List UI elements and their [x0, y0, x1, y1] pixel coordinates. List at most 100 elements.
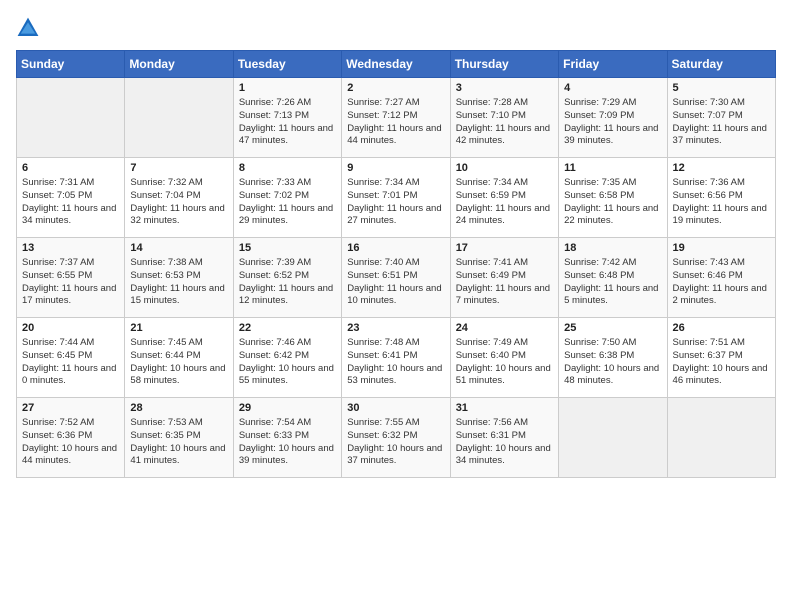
day-number: 26: [673, 322, 770, 334]
calendar-cell: 2 Sunrise: 7:27 AMSunset: 7:12 PMDayligh…: [342, 78, 450, 158]
cell-detail: Sunrise: 7:30 AMSunset: 7:07 PMDaylight:…: [673, 97, 770, 148]
calendar-cell: 1 Sunrise: 7:26 AMSunset: 7:13 PMDayligh…: [233, 78, 341, 158]
calendar-cell: 29 Sunrise: 7:54 AMSunset: 6:33 PMDaylig…: [233, 398, 341, 478]
week-row-1: 1 Sunrise: 7:26 AMSunset: 7:13 PMDayligh…: [17, 78, 776, 158]
day-number: 24: [456, 322, 553, 334]
cell-detail: Sunrise: 7:42 AMSunset: 6:48 PMDaylight:…: [564, 257, 661, 308]
day-number: 6: [22, 162, 119, 174]
day-number: 12: [673, 162, 770, 174]
cell-detail: Sunrise: 7:52 AMSunset: 6:36 PMDaylight:…: [22, 417, 119, 468]
day-number: 31: [456, 402, 553, 414]
calendar-cell: 13 Sunrise: 7:37 AMSunset: 6:55 PMDaylig…: [17, 238, 125, 318]
day-number: 20: [22, 322, 119, 334]
calendar-cell: 18 Sunrise: 7:42 AMSunset: 6:48 PMDaylig…: [559, 238, 667, 318]
calendar-cell: 4 Sunrise: 7:29 AMSunset: 7:09 PMDayligh…: [559, 78, 667, 158]
cell-detail: Sunrise: 7:39 AMSunset: 6:52 PMDaylight:…: [239, 257, 336, 308]
logo-icon: [16, 16, 40, 40]
cell-detail: Sunrise: 7:44 AMSunset: 6:45 PMDaylight:…: [22, 337, 119, 388]
calendar-cell: 25 Sunrise: 7:50 AMSunset: 6:38 PMDaylig…: [559, 318, 667, 398]
day-number: 27: [22, 402, 119, 414]
cell-detail: Sunrise: 7:56 AMSunset: 6:31 PMDaylight:…: [456, 417, 553, 468]
day-number: 8: [239, 162, 336, 174]
week-row-3: 13 Sunrise: 7:37 AMSunset: 6:55 PMDaylig…: [17, 238, 776, 318]
calendar-cell: 17 Sunrise: 7:41 AMSunset: 6:49 PMDaylig…: [450, 238, 558, 318]
calendar-cell: 21 Sunrise: 7:45 AMSunset: 6:44 PMDaylig…: [125, 318, 233, 398]
day-number: 13: [22, 242, 119, 254]
calendar-cell: 20 Sunrise: 7:44 AMSunset: 6:45 PMDaylig…: [17, 318, 125, 398]
calendar-cell: 3 Sunrise: 7:28 AMSunset: 7:10 PMDayligh…: [450, 78, 558, 158]
calendar-cell: [17, 78, 125, 158]
day-number: 11: [564, 162, 661, 174]
cell-detail: Sunrise: 7:50 AMSunset: 6:38 PMDaylight:…: [564, 337, 661, 388]
day-number: 15: [239, 242, 336, 254]
page-header: [16, 16, 776, 40]
week-row-4: 20 Sunrise: 7:44 AMSunset: 6:45 PMDaylig…: [17, 318, 776, 398]
calendar-cell: 5 Sunrise: 7:30 AMSunset: 7:07 PMDayligh…: [667, 78, 775, 158]
cell-detail: Sunrise: 7:36 AMSunset: 6:56 PMDaylight:…: [673, 177, 770, 228]
day-number: 4: [564, 82, 661, 94]
calendar-cell: 9 Sunrise: 7:34 AMSunset: 7:01 PMDayligh…: [342, 158, 450, 238]
calendar-cell: 22 Sunrise: 7:46 AMSunset: 6:42 PMDaylig…: [233, 318, 341, 398]
day-number: 30: [347, 402, 444, 414]
cell-detail: Sunrise: 7:53 AMSunset: 6:35 PMDaylight:…: [130, 417, 227, 468]
calendar-cell: 26 Sunrise: 7:51 AMSunset: 6:37 PMDaylig…: [667, 318, 775, 398]
weekday-header-sunday: Sunday: [17, 51, 125, 78]
cell-detail: Sunrise: 7:26 AMSunset: 7:13 PMDaylight:…: [239, 97, 336, 148]
weekday-header-monday: Monday: [125, 51, 233, 78]
calendar-cell: 30 Sunrise: 7:55 AMSunset: 6:32 PMDaylig…: [342, 398, 450, 478]
weekday-header-thursday: Thursday: [450, 51, 558, 78]
day-number: 1: [239, 82, 336, 94]
day-number: 5: [673, 82, 770, 94]
calendar-cell: 11 Sunrise: 7:35 AMSunset: 6:58 PMDaylig…: [559, 158, 667, 238]
cell-detail: Sunrise: 7:33 AMSunset: 7:02 PMDaylight:…: [239, 177, 336, 228]
week-row-2: 6 Sunrise: 7:31 AMSunset: 7:05 PMDayligh…: [17, 158, 776, 238]
cell-detail: Sunrise: 7:54 AMSunset: 6:33 PMDaylight:…: [239, 417, 336, 468]
calendar-cell: [667, 398, 775, 478]
calendar-cell: [125, 78, 233, 158]
calendar-cell: 31 Sunrise: 7:56 AMSunset: 6:31 PMDaylig…: [450, 398, 558, 478]
calendar-cell: 14 Sunrise: 7:38 AMSunset: 6:53 PMDaylig…: [125, 238, 233, 318]
day-number: 16: [347, 242, 444, 254]
cell-detail: Sunrise: 7:32 AMSunset: 7:04 PMDaylight:…: [130, 177, 227, 228]
day-number: 23: [347, 322, 444, 334]
cell-detail: Sunrise: 7:49 AMSunset: 6:40 PMDaylight:…: [456, 337, 553, 388]
cell-detail: Sunrise: 7:29 AMSunset: 7:09 PMDaylight:…: [564, 97, 661, 148]
day-number: 17: [456, 242, 553, 254]
cell-detail: Sunrise: 7:34 AMSunset: 7:01 PMDaylight:…: [347, 177, 444, 228]
day-number: 14: [130, 242, 227, 254]
day-number: 21: [130, 322, 227, 334]
cell-detail: Sunrise: 7:31 AMSunset: 7:05 PMDaylight:…: [22, 177, 119, 228]
weekday-header-tuesday: Tuesday: [233, 51, 341, 78]
day-number: 22: [239, 322, 336, 334]
calendar-cell: 19 Sunrise: 7:43 AMSunset: 6:46 PMDaylig…: [667, 238, 775, 318]
cell-detail: Sunrise: 7:45 AMSunset: 6:44 PMDaylight:…: [130, 337, 227, 388]
cell-detail: Sunrise: 7:51 AMSunset: 6:37 PMDaylight:…: [673, 337, 770, 388]
calendar-cell: 8 Sunrise: 7:33 AMSunset: 7:02 PMDayligh…: [233, 158, 341, 238]
day-number: 10: [456, 162, 553, 174]
calendar-cell: 12 Sunrise: 7:36 AMSunset: 6:56 PMDaylig…: [667, 158, 775, 238]
cell-detail: Sunrise: 7:41 AMSunset: 6:49 PMDaylight:…: [456, 257, 553, 308]
cell-detail: Sunrise: 7:27 AMSunset: 7:12 PMDaylight:…: [347, 97, 444, 148]
day-number: 3: [456, 82, 553, 94]
calendar-table: SundayMondayTuesdayWednesdayThursdayFrid…: [16, 50, 776, 478]
cell-detail: Sunrise: 7:40 AMSunset: 6:51 PMDaylight:…: [347, 257, 444, 308]
calendar-cell: 15 Sunrise: 7:39 AMSunset: 6:52 PMDaylig…: [233, 238, 341, 318]
cell-detail: Sunrise: 7:55 AMSunset: 6:32 PMDaylight:…: [347, 417, 444, 468]
cell-detail: Sunrise: 7:35 AMSunset: 6:58 PMDaylight:…: [564, 177, 661, 228]
weekday-header-saturday: Saturday: [667, 51, 775, 78]
weekday-header-row: SundayMondayTuesdayWednesdayThursdayFrid…: [17, 51, 776, 78]
weekday-header-wednesday: Wednesday: [342, 51, 450, 78]
day-number: 28: [130, 402, 227, 414]
cell-detail: Sunrise: 7:34 AMSunset: 6:59 PMDaylight:…: [456, 177, 553, 228]
weekday-header-friday: Friday: [559, 51, 667, 78]
logo: [16, 16, 44, 40]
cell-detail: Sunrise: 7:38 AMSunset: 6:53 PMDaylight:…: [130, 257, 227, 308]
day-number: 7: [130, 162, 227, 174]
cell-detail: Sunrise: 7:48 AMSunset: 6:41 PMDaylight:…: [347, 337, 444, 388]
calendar-cell: 10 Sunrise: 7:34 AMSunset: 6:59 PMDaylig…: [450, 158, 558, 238]
calendar-cell: 24 Sunrise: 7:49 AMSunset: 6:40 PMDaylig…: [450, 318, 558, 398]
cell-detail: Sunrise: 7:43 AMSunset: 6:46 PMDaylight:…: [673, 257, 770, 308]
calendar-cell: [559, 398, 667, 478]
day-number: 25: [564, 322, 661, 334]
day-number: 2: [347, 82, 444, 94]
